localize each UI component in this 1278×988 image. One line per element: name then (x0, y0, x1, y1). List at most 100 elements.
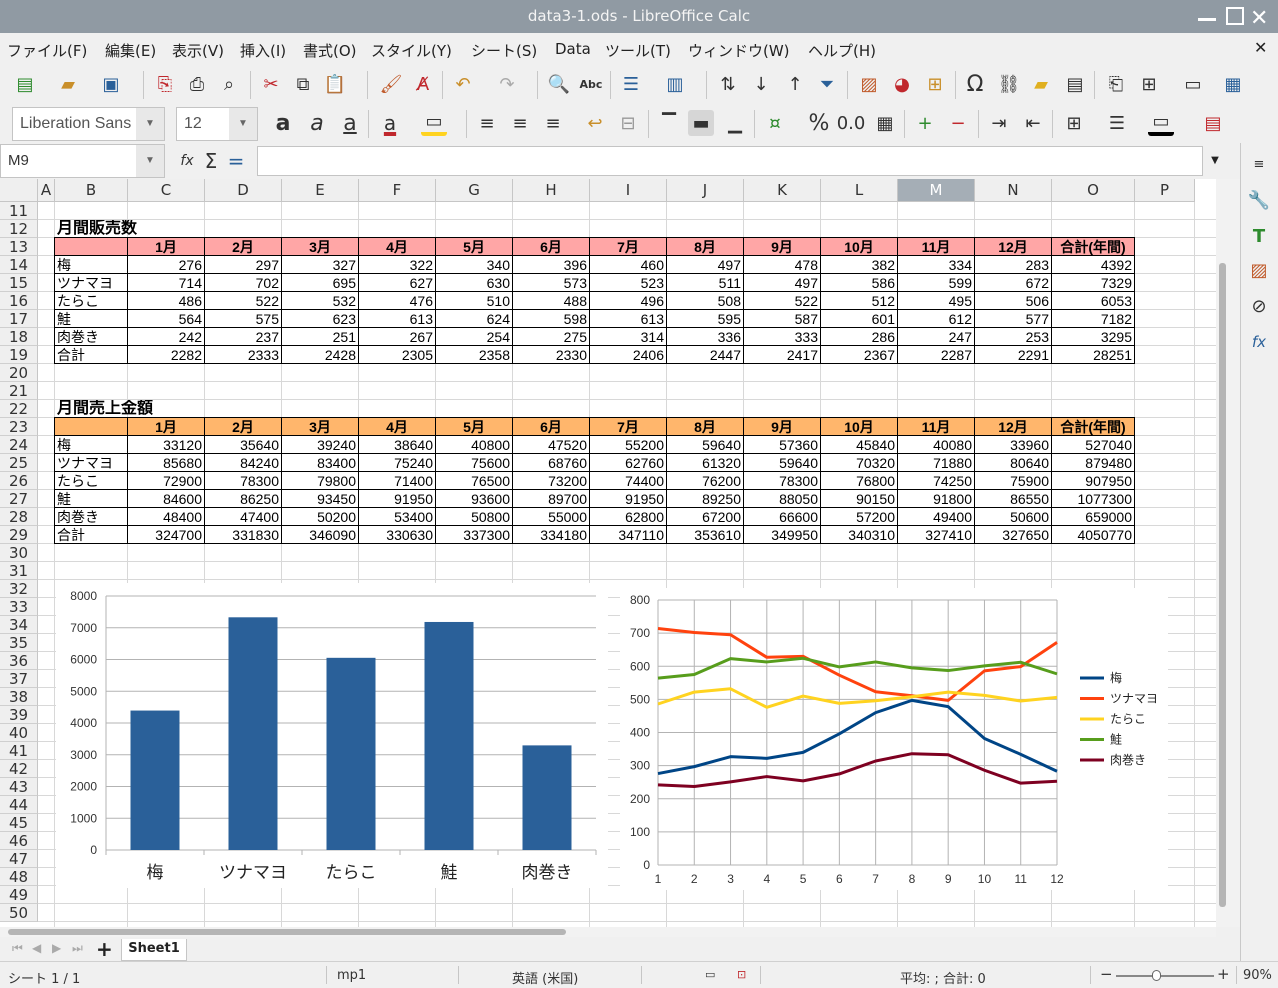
data-cell[interactable]: 347110 (590, 526, 667, 544)
vertical-scrollbar[interactable] (1216, 179, 1240, 927)
zoom-slider[interactable] (1116, 975, 1214, 977)
data-cell[interactable]: 630 (436, 274, 513, 292)
data-cell[interactable]: 510 (436, 292, 513, 310)
data-cell[interactable]: 7329 (1052, 274, 1135, 292)
clone-formatting-icon[interactable]: 🖌 (378, 71, 404, 97)
data-cell[interactable]: 336 (667, 328, 744, 346)
data-cell[interactable]: 2305 (359, 346, 436, 364)
data-cell[interactable]: 6053 (1052, 292, 1135, 310)
data-cell[interactable]: 75900 (975, 472, 1052, 490)
data-cell[interactable]: 74250 (898, 472, 975, 490)
conditional-format-icon[interactable]: ▤ (1200, 110, 1226, 136)
data-cell[interactable]: 396 (513, 256, 590, 274)
data-cell[interactable]: 90150 (821, 490, 898, 508)
find-replace-icon[interactable]: 🔍 (546, 71, 572, 97)
horizontal-scroll-thumb[interactable] (8, 929, 566, 935)
data-cell[interactable]: 382 (821, 256, 898, 274)
data-cell[interactable]: 73200 (513, 472, 590, 490)
row-label-cell[interactable]: 梅 (55, 256, 128, 274)
comment-icon[interactable]: ▰ (1028, 71, 1054, 97)
data-cell[interactable]: 486 (128, 292, 205, 310)
table-header-cell[interactable]: 1月 (128, 238, 205, 256)
first-sheet-icon[interactable]: ⏮ (12, 941, 23, 956)
data-cell[interactable]: 496 (590, 292, 667, 310)
table-title[interactable]: 月間売上金額 (55, 400, 205, 418)
chevron-down-icon[interactable]: ▼ (136, 108, 164, 140)
data-cell[interactable]: 1077300 (1052, 490, 1135, 508)
table-header-cell[interactable]: 合計(年間) (1052, 418, 1135, 436)
zoom-in-icon[interactable]: + (1217, 965, 1230, 983)
data-cell[interactable]: 79800 (282, 472, 359, 490)
data-cell[interactable]: 2367 (821, 346, 898, 364)
data-cell[interactable]: 532 (282, 292, 359, 310)
row-header-29[interactable]: 29 (0, 526, 38, 544)
redo-icon[interactable]: ↷ (494, 71, 520, 97)
column-header-A[interactable]: A (38, 179, 55, 202)
data-cell[interactable]: 511 (667, 274, 744, 292)
data-cell[interactable]: 331830 (205, 526, 282, 544)
data-cell[interactable]: 2287 (898, 346, 975, 364)
data-cell[interactable]: 527040 (1052, 436, 1135, 454)
row-header-40[interactable]: 40 (0, 724, 38, 742)
menu-help[interactable]: ヘルプ(H) (808, 40, 876, 61)
table-header-cell[interactable]: 3月 (282, 418, 359, 436)
data-cell[interactable]: 327650 (975, 526, 1052, 544)
data-cell[interactable]: 61320 (667, 454, 744, 472)
data-cell[interactable]: 72900 (128, 472, 205, 490)
styles-icon[interactable]: T (1246, 223, 1272, 249)
data-cell[interactable]: 91800 (898, 490, 975, 508)
row-header-25[interactable]: 25 (0, 454, 38, 472)
underline-icon[interactable]: a (337, 110, 363, 136)
data-cell[interactable]: 577 (975, 310, 1052, 328)
data-cell[interactable]: 488 (513, 292, 590, 310)
data-cell[interactable]: 714 (128, 274, 205, 292)
data-cell[interactable]: 48400 (128, 508, 205, 526)
row-header-31[interactable]: 31 (0, 562, 38, 580)
column-icon[interactable]: ▥ (662, 71, 688, 97)
data-cell[interactable]: 253 (975, 328, 1052, 346)
horizontal-scrollbar[interactable] (0, 927, 1216, 937)
data-cell[interactable]: 2406 (590, 346, 667, 364)
data-cell[interactable]: 297 (205, 256, 282, 274)
sort-descending-icon[interactable]: ↑ (782, 71, 808, 97)
row-label-cell[interactable]: 鮭 (55, 310, 128, 328)
data-cell[interactable]: 39240 (282, 436, 359, 454)
data-cell[interactable]: 242 (128, 328, 205, 346)
menu-file[interactable]: ファイル(F) (7, 40, 87, 61)
column-header-P[interactable]: P (1135, 179, 1195, 202)
currency-icon[interactable]: ¤ (762, 110, 788, 136)
data-cell[interactable]: 627 (359, 274, 436, 292)
data-cell[interactable]: 353610 (667, 526, 744, 544)
align-middle-icon[interactable]: ▬ (688, 110, 714, 136)
row-header-44[interactable]: 44 (0, 796, 38, 814)
data-cell[interactable]: 695 (282, 274, 359, 292)
data-cell[interactable]: 7182 (1052, 310, 1135, 328)
row-header-45[interactable]: 45 (0, 814, 38, 832)
vertical-scroll-thumb[interactable] (1219, 263, 1226, 907)
data-cell[interactable]: 89250 (667, 490, 744, 508)
table-header-cell[interactable]: 4月 (359, 418, 436, 436)
data-cell[interactable]: 575 (205, 310, 282, 328)
pivot-table-icon[interactable]: ⊞ (922, 71, 948, 97)
data-cell[interactable]: 672 (975, 274, 1052, 292)
page-style[interactable]: mp1 (337, 968, 366, 983)
menu-format[interactable]: 書式(O) (303, 40, 357, 61)
data-cell[interactable]: 907950 (1052, 472, 1135, 490)
row-label-cell[interactable]: たらこ (55, 292, 128, 310)
define-print-area-icon[interactable]: ⎗ (1103, 71, 1129, 97)
row-header-23[interactable]: 23 (0, 418, 38, 436)
data-cell[interactable]: 75600 (436, 454, 513, 472)
row-header-47[interactable]: 47 (0, 850, 38, 868)
data-cell[interactable]: 508 (667, 292, 744, 310)
sidebar-menu-icon[interactable]: ≡ (1246, 151, 1272, 177)
data-cell[interactable]: 47400 (205, 508, 282, 526)
properties-icon[interactable]: 🔧 (1246, 187, 1272, 213)
data-cell[interactable]: 28251 (1052, 346, 1135, 364)
data-cell[interactable]: 71400 (359, 472, 436, 490)
data-cell[interactable]: 59640 (667, 436, 744, 454)
gallery-icon[interactable]: ▨ (1246, 257, 1272, 283)
data-cell[interactable]: 38640 (359, 436, 436, 454)
data-cell[interactable]: 586 (821, 274, 898, 292)
data-cell[interactable]: 330630 (359, 526, 436, 544)
data-cell[interactable]: 478 (744, 256, 821, 274)
